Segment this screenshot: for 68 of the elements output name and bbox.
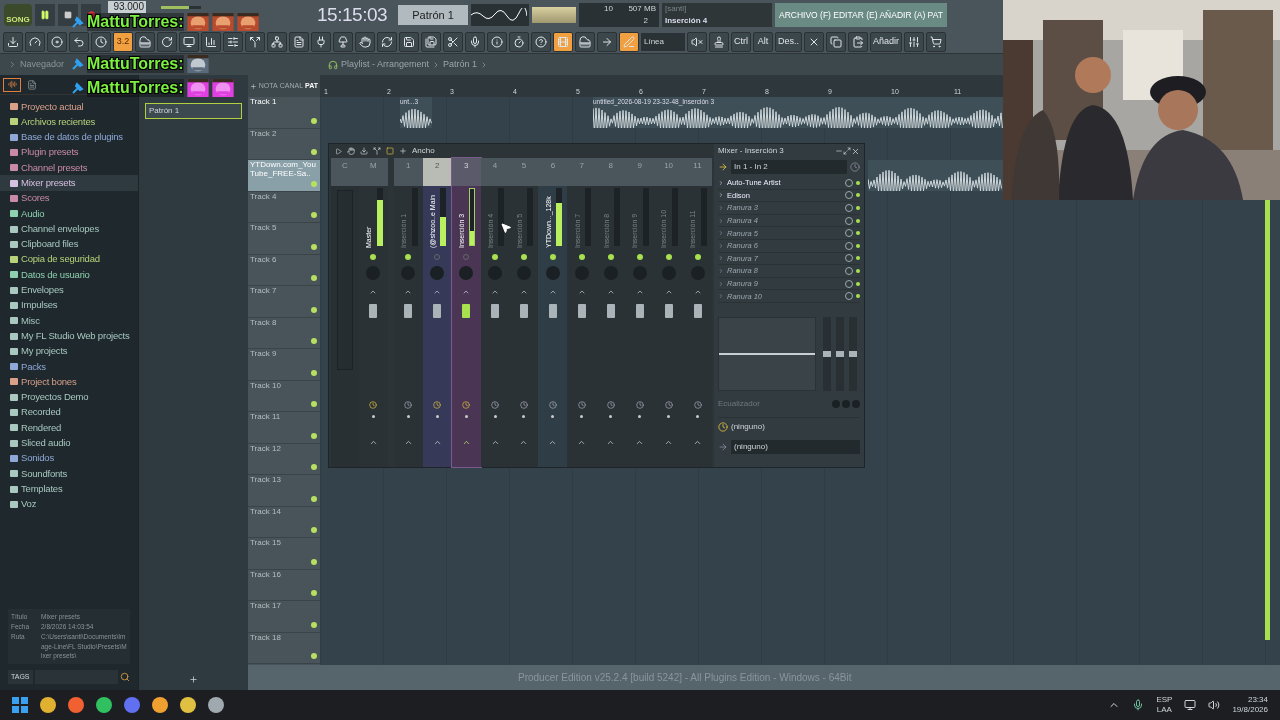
strip-number: M xyxy=(358,158,388,186)
toolbar-button[interactable]: Des.. xyxy=(775,31,802,52)
polyphony-reading: 2 xyxy=(642,15,649,27)
browser-item[interactable]: Impulses xyxy=(0,297,138,314)
strip-number: 8 xyxy=(596,158,626,186)
memory-reading: 507 MB xyxy=(627,3,656,15)
browser-item[interactable]: Sonidos xyxy=(0,450,138,467)
strip-number: 6 xyxy=(538,158,568,186)
language-indicator[interactable]: ESP LAA xyxy=(1156,695,1173,715)
hint-user: [santi] xyxy=(665,3,688,15)
browser-item[interactable]: Datos de usuario xyxy=(0,267,138,283)
strip-number: 3 xyxy=(451,158,481,186)
strip-number: 1 xyxy=(393,158,423,186)
output-selector[interactable]: (ninguno) xyxy=(731,439,860,454)
strip-number: 5 xyxy=(509,158,539,186)
navigator-label: Navegador xyxy=(20,57,65,71)
browser-item[interactable]: Proyectos Demo xyxy=(0,389,138,405)
strip-number: 4 xyxy=(480,158,510,186)
pattern-item[interactable]: Patrón 1 xyxy=(145,103,242,119)
hint-text: Inserción 4 xyxy=(665,15,709,27)
browser-item[interactable]: Sliced audio xyxy=(0,435,138,451)
main-menu[interactable]: ARCHIVO (F) EDITAR (E) AÑADIR (A) PAT xyxy=(775,3,947,27)
width-mode-label[interactable]: Ancho xyxy=(412,145,435,157)
browser-item[interactable]: Channel envelopes xyxy=(0,221,138,237)
input-selector[interactable]: In 1 - In 2 xyxy=(731,160,847,174)
strip-number: 7 xyxy=(567,158,597,186)
chat-username: MattuTorres: xyxy=(87,55,184,73)
tempo-field[interactable]: 93.000 xyxy=(108,1,146,13)
browser-item[interactable]: Packs xyxy=(0,359,138,375)
song-time: 15:15:03 xyxy=(317,2,387,27)
browser-item[interactable]: Templates xyxy=(0,481,138,497)
breadcrumb-item[interactable]: Playlist - Arrangement xyxy=(341,57,430,72)
send-selector[interactable]: (ninguno) xyxy=(731,421,860,434)
pattern-selector[interactable]: Patrón 1 xyxy=(398,5,468,25)
line-dropdown[interactable]: Línea xyxy=(641,32,685,51)
toolbar-button[interactable]: Añadir xyxy=(870,31,903,52)
strip-number: 10 xyxy=(654,158,684,186)
browser-item[interactable]: Envelopes xyxy=(0,282,138,298)
browser-item[interactable]: My projects xyxy=(0,343,138,360)
browser-item[interactable]: Copia de seguridad xyxy=(0,251,138,268)
toolbar-button[interactable]: Alt xyxy=(753,31,773,52)
browser-item[interactable]: Voz xyxy=(0,496,138,512)
browser-item[interactable]: Proyecto actual xyxy=(0,99,138,115)
strip-number: 2 xyxy=(422,158,452,186)
browser-item[interactable]: Project bones xyxy=(0,374,138,390)
strip-number: 11 xyxy=(683,158,712,186)
browser-item[interactable]: Archivos recientes xyxy=(0,114,138,130)
cpu-reading: 10 xyxy=(603,3,614,15)
browser-item[interactable]: Plugin presets xyxy=(0,144,138,161)
chat-username: MattuTorres: xyxy=(87,79,184,97)
browser-item[interactable]: Mixer presets xyxy=(0,175,138,191)
browser-item[interactable]: Soundfonts xyxy=(0,466,138,482)
mixer-title: Mixer - Inserción 3 xyxy=(718,145,785,157)
toolbar-button[interactable]: 3.2 xyxy=(113,31,133,52)
toolbar-button[interactable]: Ctrl xyxy=(731,31,751,52)
chat-username: MattuTorres: xyxy=(87,13,184,31)
browser-item[interactable]: Audio xyxy=(0,206,138,222)
browser-item[interactable]: Recorded xyxy=(0,404,138,421)
song-mode-button[interactable]: SONG xyxy=(4,4,32,26)
browser-item[interactable]: Scores xyxy=(0,190,138,207)
browser-item[interactable]: Channel presets xyxy=(0,160,138,176)
breadcrumb-item[interactable]: Patrón 1 xyxy=(443,57,478,72)
clock[interactable]: 23:34 19/8/2026 xyxy=(1232,695,1268,715)
browser-item[interactable]: Base de datos de plugins xyxy=(0,129,138,145)
browser-item[interactable]: Clipboard files xyxy=(0,236,138,252)
browser-item[interactable]: My FL Studio Web projects xyxy=(0,328,138,344)
browser-item[interactable]: Misc xyxy=(0,313,138,329)
browser-item[interactable]: Rendered xyxy=(0,420,138,436)
